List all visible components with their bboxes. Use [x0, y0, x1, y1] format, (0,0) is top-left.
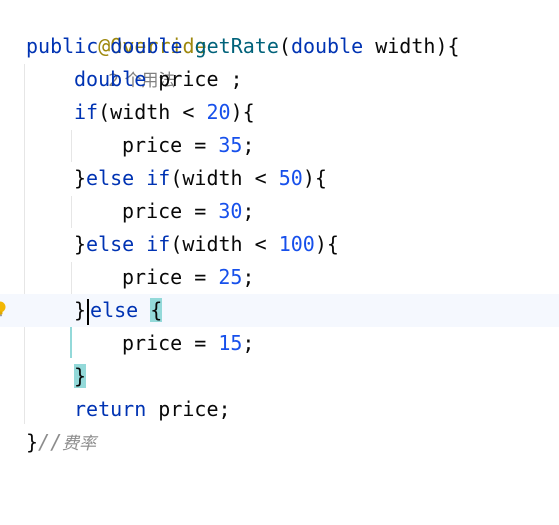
keyword-public: public: [26, 34, 99, 58]
paren-open: (: [278, 34, 291, 58]
code-editor[interactable]: @Override 2 个用法 public double getRate(do…: [0, 0, 559, 461]
keyword-return: return: [74, 397, 147, 421]
semicolon: ;: [242, 265, 255, 289]
assign-text: price =: [122, 265, 219, 289]
if-close: ){: [230, 100, 255, 124]
code-line-if: if(width < 20){: [0, 96, 559, 129]
comment-slashes: //: [38, 430, 63, 454]
if-condition: (width <: [170, 232, 279, 256]
lightbulb-icon[interactable]: [0, 298, 6, 317]
code-line-return: return price;: [0, 393, 559, 426]
keyword-else: else: [86, 166, 135, 190]
keyword-else: else: [90, 298, 139, 322]
code-line-assign: price = 30;: [0, 195, 559, 228]
semicolon: ;: [242, 133, 255, 157]
assign-text: price =: [122, 331, 219, 355]
semicolon: ;: [242, 199, 255, 223]
code-line-signature: public double getRate(double width){: [0, 30, 559, 63]
code-line-declaration: double price ;: [0, 63, 559, 96]
semicolon: ;: [242, 331, 255, 355]
code-line-else-current: } else {: [0, 294, 559, 327]
if-close: ){: [314, 232, 339, 256]
return-rest: price;: [146, 397, 231, 421]
close-brace: }: [74, 232, 87, 256]
number-literal: 30: [218, 199, 243, 223]
code-line-else-close: }: [0, 360, 559, 393]
assign-text: price =: [122, 199, 219, 223]
code-line-else-if: }else if(width < 100){: [0, 228, 559, 261]
matched-close-brace: }: [74, 364, 87, 388]
code-line-assign: price = 15;: [0, 327, 559, 360]
code-line-assign: price = 25;: [0, 261, 559, 294]
close-brace: }: [74, 166, 87, 190]
keyword-else: else: [86, 232, 135, 256]
keyword-if: if: [74, 100, 99, 124]
method-name[interactable]: getRate: [195, 34, 279, 58]
code-line-assign: price = 35;: [0, 129, 559, 162]
declaration-rest: price ;: [146, 67, 243, 91]
assign-text: price =: [122, 133, 219, 157]
if-condition: (width <: [98, 100, 207, 124]
keyword-double: double: [74, 67, 147, 91]
keyword-if: if: [134, 232, 171, 256]
number-literal: 50: [278, 166, 303, 190]
close-brace: }: [74, 298, 87, 322]
number-literal: 25: [218, 265, 243, 289]
paren-close-brace: ){: [435, 34, 460, 58]
number-literal: 15: [218, 331, 243, 355]
close-brace: }: [26, 430, 39, 454]
number-literal: 100: [278, 232, 315, 256]
keyword-double: double: [110, 34, 183, 58]
param-name: width: [363, 34, 436, 58]
code-line-annotation: @Override 2 个用法: [0, 0, 559, 91]
code-line-else-if: }else if(width < 50){: [0, 162, 559, 195]
if-close: ){: [302, 166, 327, 190]
param-type: double: [290, 34, 364, 58]
if-condition: (width <: [170, 166, 279, 190]
keyword-if: if: [134, 166, 171, 190]
matched-open-brace: {: [150, 298, 163, 322]
number-literal: 35: [218, 133, 243, 157]
number-literal: 20: [206, 100, 231, 124]
code-line-method-close: }//费率: [0, 426, 559, 459]
text-caret: [87, 298, 90, 325]
comment-text: 费率: [62, 434, 97, 454]
